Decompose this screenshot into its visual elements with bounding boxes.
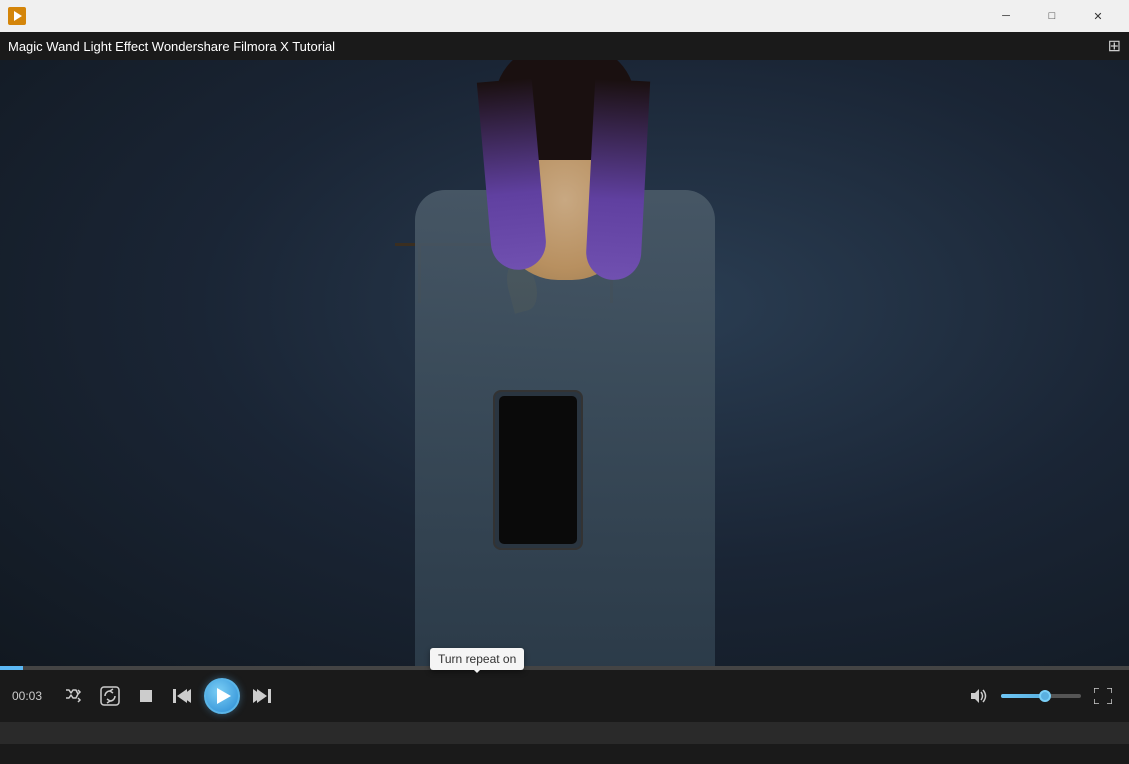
stop-button[interactable] xyxy=(132,682,160,710)
menu-bar-right: ⊞ xyxy=(1108,36,1121,56)
video-title: Magic Wand Light Effect Wondershare Film… xyxy=(8,39,335,54)
previous-button[interactable] xyxy=(168,682,196,710)
maximize-button[interactable]: □ xyxy=(1029,0,1075,32)
time-display: 00:03 xyxy=(12,689,52,703)
volume-slider[interactable] xyxy=(1001,694,1081,698)
fullscreen-icon xyxy=(1094,688,1112,704)
status-bar xyxy=(0,722,1129,744)
play-button[interactable] xyxy=(204,678,240,714)
volume-icon xyxy=(970,688,988,704)
title-bar: ─ □ ✕ xyxy=(0,0,1129,32)
repeat-button[interactable] xyxy=(96,682,124,710)
person-phone xyxy=(493,390,583,550)
hair-right xyxy=(584,79,649,282)
shuffle-icon xyxy=(65,689,83,703)
fullscreen-button[interactable] xyxy=(1089,682,1117,710)
title-bar-left xyxy=(8,7,26,25)
next-icon xyxy=(253,689,271,703)
volume-button[interactable] xyxy=(965,682,993,710)
shuffle-button[interactable] xyxy=(60,682,88,710)
close-button[interactable]: ✕ xyxy=(1075,0,1121,32)
phone-screen xyxy=(499,396,577,544)
person-hair xyxy=(485,60,645,240)
stop-icon xyxy=(140,690,152,702)
minimize-button[interactable]: ─ xyxy=(983,0,1029,32)
video-frame xyxy=(0,60,1129,670)
person-figure xyxy=(395,90,735,670)
grid-view-button[interactable]: ⊞ xyxy=(1108,36,1121,56)
video-container[interactable] xyxy=(0,60,1129,670)
volume-thumb xyxy=(1039,690,1051,702)
next-button[interactable] xyxy=(248,682,276,710)
menu-bar: Magic Wand Light Effect Wondershare Film… xyxy=(0,32,1129,60)
app-icon xyxy=(8,7,26,25)
title-bar-controls: ─ □ ✕ xyxy=(983,0,1121,32)
previous-icon xyxy=(173,689,191,703)
controls-bar: 00:03 xyxy=(0,670,1129,722)
repeat-icon xyxy=(100,686,120,706)
grid-icon: ⊞ xyxy=(1108,38,1121,55)
